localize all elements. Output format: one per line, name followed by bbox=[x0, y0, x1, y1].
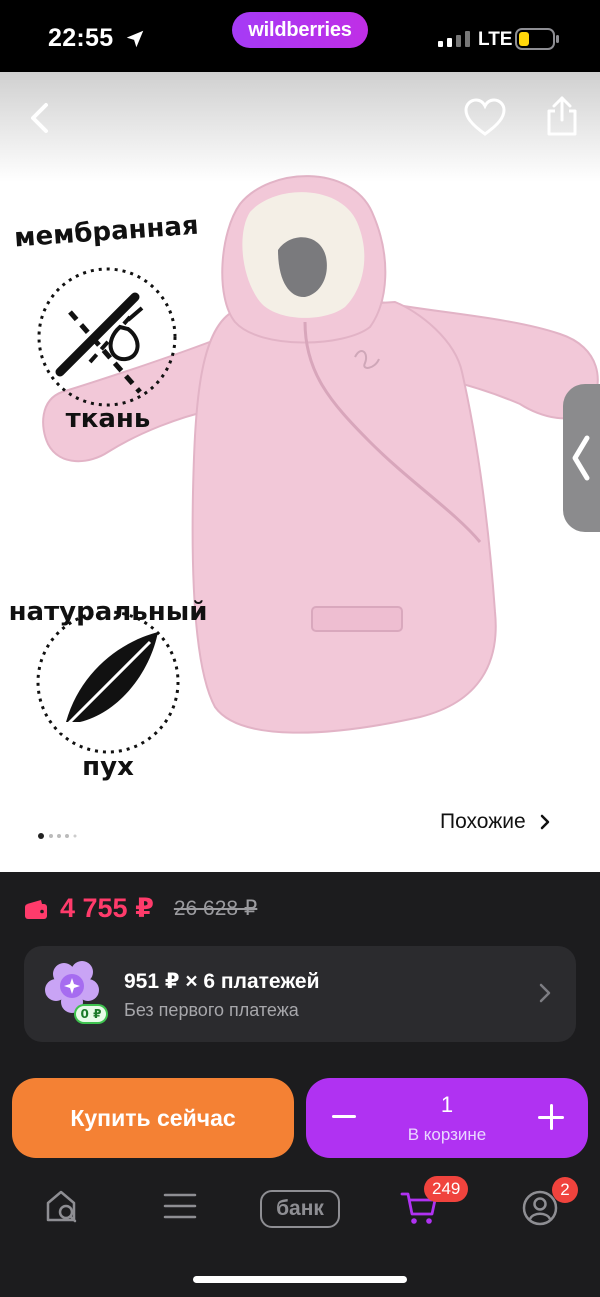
similar-link[interactable]: Похожие bbox=[440, 810, 550, 834]
network-type: LTE bbox=[478, 29, 513, 50]
catalog-menu-icon[interactable] bbox=[163, 1192, 197, 1220]
buy-now-button[interactable]: Купить сейчас bbox=[12, 1078, 294, 1158]
badge-top-label: мембранная bbox=[13, 211, 199, 254]
profile-badge: 2 bbox=[552, 1177, 578, 1203]
bottom-tab-bar: банк 249 2 bbox=[0, 1172, 600, 1252]
location-arrow-icon bbox=[126, 30, 144, 48]
product-image: мембранная ткань натуральный пух bbox=[9, 175, 599, 782]
clock: 22:55 bbox=[48, 24, 114, 52]
svg-text:пух: пух bbox=[82, 752, 134, 782]
brand-pill[interactable]: wildberries bbox=[232, 12, 368, 48]
share-icon[interactable] bbox=[540, 94, 584, 138]
signal-icon bbox=[438, 31, 470, 47]
back-arrow-icon[interactable] bbox=[22, 100, 58, 136]
installment-badge: 0 ₽ bbox=[81, 1007, 102, 1021]
svg-text:натуральный: натуральный bbox=[9, 597, 208, 627]
chevron-right-icon bbox=[540, 814, 549, 830]
price-row: 4 755 ₽ 26 628 ₽ bbox=[24, 893, 257, 924]
home-indicator bbox=[193, 1276, 407, 1283]
installment-title: 951 ₽ × 6 платежей bbox=[124, 970, 320, 993]
home-search-icon[interactable] bbox=[44, 1188, 80, 1224]
similar-label: Похожие bbox=[440, 810, 526, 833]
installment-card[interactable]: 0 ₽ 951 ₽ × 6 платежей Без первого плате… bbox=[24, 946, 576, 1042]
chevron-left-icon bbox=[572, 435, 590, 481]
bank-tab[interactable]: банк bbox=[260, 1190, 340, 1228]
battery-icon bbox=[515, 28, 559, 50]
wallet-icon bbox=[25, 899, 47, 919]
increase-quantity-button[interactable] bbox=[538, 1104, 564, 1130]
header-fade bbox=[0, 72, 600, 182]
installment-flower-icon: 0 ₽ bbox=[45, 961, 108, 1024]
heart-icon[interactable] bbox=[463, 98, 507, 138]
product-gallery[interactable]: мембранная ткань натуральный пух Похожие bbox=[0, 72, 600, 872]
gallery-pagination bbox=[38, 833, 77, 839]
current-price: 4 755 ₽ bbox=[60, 893, 154, 923]
status-bar: 22:55 wildberries LTE bbox=[0, 0, 600, 72]
installment-subtitle: Без первого платежа bbox=[124, 1000, 299, 1020]
old-price: 26 628 ₽ bbox=[173, 897, 258, 920]
side-panel-handle[interactable] bbox=[563, 384, 600, 532]
svg-text:ткань: ткань bbox=[66, 404, 151, 434]
chevron-right-icon bbox=[539, 983, 551, 1003]
cart-badge: 249 bbox=[424, 1176, 469, 1202]
cart-stepper[interactable]: 1 В корзине bbox=[306, 1078, 588, 1158]
